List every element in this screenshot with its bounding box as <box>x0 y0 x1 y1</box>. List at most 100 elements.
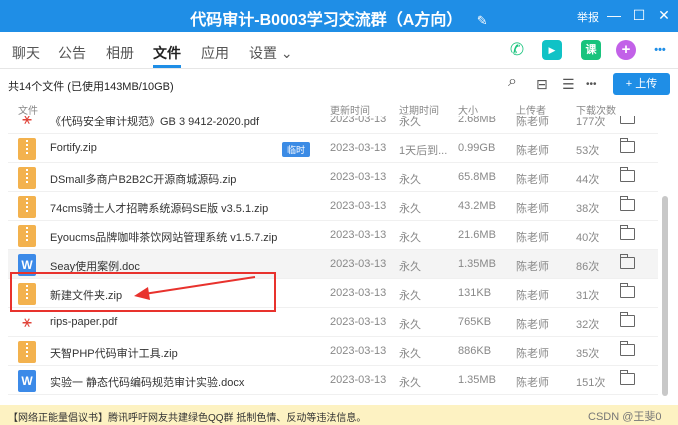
file-date: 2023-03-13 <box>330 287 387 299</box>
file-size: 765KB <box>458 316 492 328</box>
tab-settings[interactable]: 设置 ⌄ <box>249 43 293 63</box>
open-folder-icon[interactable] <box>619 167 635 182</box>
file-size: 1.35MB <box>458 258 496 270</box>
file-row[interactable]: DSmall多商户B2B2C开源商城源码.zip 2023-03-13 永久 6… <box>8 163 658 192</box>
column-header-file[interactable]: 文件 <box>18 102 38 117</box>
file-expire: 永久 <box>399 377 421 389</box>
window-title: 代码审计-B0003学习交流群（A方向） <box>190 12 463 29</box>
tab-files[interactable]: 文件 <box>153 43 181 63</box>
arrow-annotation-icon <box>134 276 256 300</box>
file-downloads: 44次 <box>576 174 600 186</box>
column-header-modified[interactable]: 更新时间 <box>330 102 370 117</box>
file-size: 65.8MB <box>458 171 496 183</box>
open-folder-icon[interactable] <box>620 116 635 124</box>
file-date: 2023-03-13 <box>330 142 387 154</box>
file-downloads: 40次 <box>576 232 600 244</box>
classroom-icon[interactable]: 课 <box>581 40 601 60</box>
file-row[interactable]: W 实验一 静态代码编码规范审计实验.docx 2023-03-13 永久 1.… <box>8 366 658 395</box>
file-date: 2023-03-13 <box>330 171 387 183</box>
file-expire: 永久 <box>399 203 421 215</box>
file-size: 0.99GB <box>458 142 496 154</box>
file-downloads: 31次 <box>576 290 600 302</box>
file-downloads: 86次 <box>576 261 600 273</box>
file-expire: 永久 <box>399 232 421 244</box>
search-icon[interactable]: ⌕ <box>508 73 517 91</box>
watermark: CSDN @王斐0 <box>588 411 662 423</box>
file-downloads: 35次 <box>576 348 600 360</box>
file-downloads: 38次 <box>576 203 600 215</box>
file-size: 131KB <box>458 287 492 299</box>
tab-announcement[interactable]: 公告 <box>58 43 86 63</box>
column-header-expire[interactable]: 过期时间 <box>399 102 439 117</box>
notice-text[interactable]: 【网络正能量倡议书】腾讯呼吁网友共建绿色QQ群 抵制色情、反动等违法信息。 <box>8 409 366 424</box>
open-folder-icon[interactable] <box>619 341 635 356</box>
window-titlebar: 代码审计-B0003学习交流群（A方向） ✎ 举报 — ☐ ✕ <box>0 0 678 32</box>
file-date: 2023-03-13 <box>330 200 387 212</box>
file-row[interactable]: ⚹ rips-paper.pdf 2023-03-13 永久 765KB 陈老师… <box>8 308 658 337</box>
file-row[interactable]: 天智PHP代码审计工具.zip 2023-03-13 永久 886KB 陈老师 … <box>8 337 658 366</box>
pencil-icon[interactable]: ✎ <box>477 13 488 29</box>
list-view-icon[interactable]: ☰ <box>562 76 575 93</box>
more-icon[interactable]: ••• <box>586 79 597 90</box>
file-uploader: 陈老师 <box>516 290 549 302</box>
temporary-badge: 临时 <box>282 142 311 157</box>
file-row[interactable]: ⚹ 《代码安全审计规范》GB 3 9412-2020.pdf 2023-03-1… <box>8 116 658 134</box>
file-name: 天智PHP代码审计工具.zip <box>50 348 178 360</box>
file-row[interactable]: 74cms骑士人才招聘系统源码SE版 v3.5.1.zip 2023-03-13… <box>8 192 658 221</box>
file-name: DSmall多商户B2B2C开源商城源码.zip <box>50 174 237 186</box>
file-expire: 永久 <box>399 290 421 302</box>
file-list-scrollbar[interactable] <box>661 116 669 406</box>
file-uploader: 陈老师 <box>516 145 549 157</box>
file-downloads: 151次 <box>576 377 606 389</box>
open-folder-icon[interactable] <box>619 370 635 385</box>
file-uploader: 陈老师 <box>516 203 549 215</box>
open-folder-icon[interactable] <box>619 196 635 211</box>
word-file-icon: W <box>18 370 36 392</box>
open-folder-icon[interactable] <box>619 254 635 269</box>
file-downloads: 177次 <box>576 116 606 128</box>
tab-apps[interactable]: 应用 <box>201 43 229 63</box>
file-uploader: 陈老师 <box>516 348 549 360</box>
group-nav-bar: 聊天 公告 相册 文件 应用 设置 ⌄ ✆ ▶ 课 + ••• <box>0 32 678 69</box>
file-toolbar: 共14个文件 (已使用143MB/10GB) ⌕ ⊟ ☰ ••• <box>0 70 678 100</box>
video-call-icon[interactable]: ▶ <box>542 40 562 60</box>
zip-file-icon <box>18 167 36 189</box>
file-row[interactable]: Eyoucms品牌咖啡茶饮网站管理系统 v1.5.7.zip 2023-03-1… <box>8 221 658 250</box>
report-button[interactable]: 举报 <box>577 9 599 25</box>
file-expire: 永久 <box>399 319 421 331</box>
maximize-icon[interactable]: ☐ <box>631 7 647 24</box>
column-header-size[interactable]: 大小 <box>458 102 478 117</box>
file-date: 2023-03-13 <box>330 316 387 328</box>
file-size: 1.35MB <box>458 374 496 386</box>
active-tab-indicator <box>153 65 181 68</box>
add-app-icon[interactable]: + <box>616 40 636 60</box>
open-folder-icon[interactable] <box>619 138 635 153</box>
file-size: 21.6MB <box>458 229 496 241</box>
file-name: Eyoucms品牌咖啡茶饮网站管理系统 v1.5.7.zip <box>50 232 278 244</box>
file-downloads: 32次 <box>576 319 600 331</box>
column-header-downloads[interactable]: 下载次数 <box>576 102 616 117</box>
file-size: 2.68MB <box>458 116 496 125</box>
file-date: 2023-03-13 <box>330 374 387 386</box>
minimize-icon[interactable]: — <box>606 7 622 23</box>
file-date: 2023-03-13 <box>330 258 387 270</box>
file-expire: 永久 <box>399 348 421 360</box>
open-folder-icon[interactable] <box>619 312 635 327</box>
upload-button[interactable]: + 上传 <box>613 73 670 95</box>
file-uploader: 陈老师 <box>516 232 549 244</box>
scrollbar-thumb[interactable] <box>662 196 668 396</box>
phone-call-icon[interactable]: ✆ <box>507 40 527 60</box>
close-icon[interactable]: ✕ <box>656 7 672 24</box>
file-list: ⚹ 《代码安全审计规范》GB 3 9412-2020.pdf 2023-03-1… <box>8 116 658 406</box>
pdf-file-icon: ⚹ <box>22 116 32 128</box>
inbox-icon[interactable]: ⊟ <box>536 76 548 93</box>
zip-file-icon <box>18 196 36 218</box>
open-folder-icon[interactable] <box>619 283 635 298</box>
tab-album[interactable]: 相册 <box>106 43 134 63</box>
column-header-uploader[interactable]: 上传者 <box>516 102 546 117</box>
tab-chat[interactable]: 聊天 <box>12 43 40 63</box>
file-name: Fortify.zip <box>50 142 97 154</box>
file-row[interactable]: Fortify.zip 临时 2023-03-13 1天后到... 0.99GB… <box>8 134 658 163</box>
more-icon[interactable]: ••• <box>648 40 672 60</box>
open-folder-icon[interactable] <box>619 225 635 240</box>
